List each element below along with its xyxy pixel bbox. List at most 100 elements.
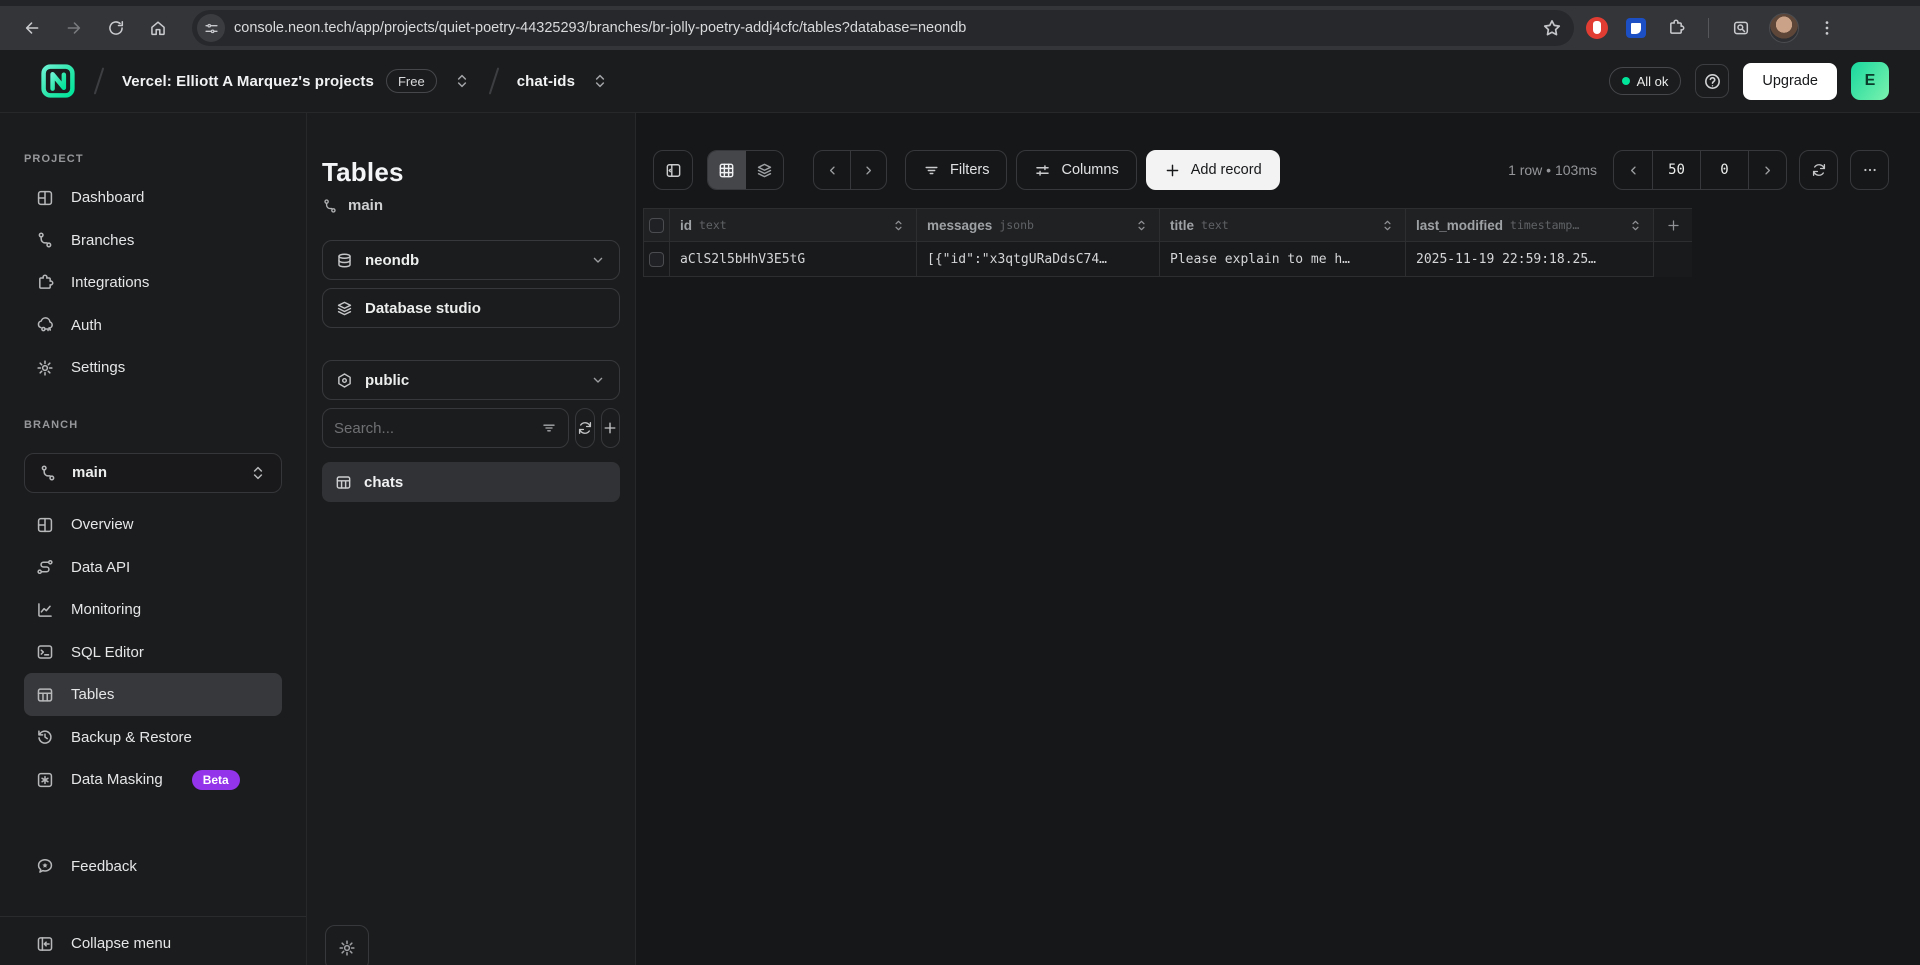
history-icon: [36, 728, 54, 746]
column-name: id: [680, 218, 692, 233]
project-switcher-icon[interactable]: [591, 72, 609, 90]
reload-icon: [107, 19, 125, 37]
column-type: text: [699, 218, 727, 232]
extension-red-icon[interactable]: [1586, 17, 1608, 39]
add-record-label: Add record: [1191, 162, 1262, 178]
sidebar-item-label: Tables: [71, 686, 114, 703]
column-type: text: [1201, 218, 1229, 232]
sidebar-item-tables[interactable]: Tables: [24, 673, 282, 716]
panel-settings-button[interactable]: [325, 925, 369, 965]
add-column-button[interactable]: [1654, 209, 1692, 242]
sidebar-item-overview[interactable]: Overview: [24, 503, 282, 546]
extension-blue-icon[interactable]: [1626, 18, 1646, 38]
collapse-menu-button[interactable]: Collapse menu: [24, 922, 282, 965]
sidebar-item-auth[interactable]: Auth: [24, 304, 282, 347]
cell-title[interactable]: Please explain to me h…: [1160, 242, 1406, 277]
project-breadcrumb[interactable]: chat-ids: [517, 73, 575, 90]
site-info-button[interactable]: [197, 14, 225, 42]
url-text[interactable]: console.neon.tech/app/projects/quiet-poe…: [234, 20, 1533, 36]
sidebar-item-data-api[interactable]: Data API: [24, 546, 282, 589]
sort-icon[interactable]: [1628, 218, 1643, 233]
browser-back-button[interactable]: [14, 10, 50, 46]
git-branch-icon: [39, 464, 57, 482]
filters-button[interactable]: Filters: [905, 150, 1007, 190]
sort-icon[interactable]: [1134, 218, 1149, 233]
layers-icon: [756, 162, 773, 179]
user-avatar[interactable]: E: [1851, 62, 1889, 100]
grid-header-row: id text messages jsonb title text last_m…: [643, 209, 1692, 242]
data-grid: id text messages jsonb title text last_m…: [643, 208, 1692, 277]
view-grid-toggle[interactable]: [708, 151, 746, 189]
add-table-button[interactable]: [601, 408, 621, 448]
sidebar-item-monitoring[interactable]: Monitoring: [24, 588, 282, 631]
select-all-checkbox[interactable]: [649, 218, 664, 233]
columns-button[interactable]: Columns: [1016, 150, 1136, 190]
filter-icon[interactable]: [541, 420, 557, 436]
upgrade-button[interactable]: Upgrade: [1743, 63, 1837, 100]
org-switcher-icon[interactable]: [453, 72, 471, 90]
page-size-value[interactable]: 50: [1652, 151, 1700, 189]
panel-branch: main: [322, 197, 620, 214]
sidebar-item-dashboard[interactable]: Dashboard: [24, 176, 282, 219]
browser-reload-button[interactable]: [98, 10, 134, 46]
panel-title: Tables: [322, 157, 620, 188]
cloud-key-icon: [36, 316, 54, 334]
refresh-grid-button[interactable]: [1799, 150, 1838, 190]
column-header-messages[interactable]: messages jsonb: [917, 209, 1160, 242]
status-badge[interactable]: All ok: [1609, 67, 1682, 95]
cell-id[interactable]: aClS2l5bHhV3E5tG: [670, 242, 917, 277]
browser-toolbar: console.neon.tech/app/projects/quiet-poe…: [0, 0, 1920, 50]
branch-selector[interactable]: main: [24, 453, 282, 494]
tab-search-button[interactable]: [1723, 10, 1759, 46]
branch-selector-value: main: [72, 464, 107, 481]
sidebar-item-settings[interactable]: Settings: [24, 347, 282, 390]
toggle-panel-button[interactable]: [653, 150, 693, 190]
history-forward-button[interactable]: [850, 151, 886, 189]
neon-logo[interactable]: [40, 63, 76, 99]
sort-icon[interactable]: [1380, 218, 1395, 233]
sidebar-item-backup-restore[interactable]: Backup & Restore: [24, 716, 282, 759]
bookmark-star-icon[interactable]: [1542, 18, 1562, 38]
browser-home-button[interactable]: [140, 10, 176, 46]
page-offset-value[interactable]: 0: [1700, 151, 1748, 189]
extensions-button[interactable]: [1658, 10, 1694, 46]
schema-selector[interactable]: public: [322, 360, 620, 400]
sidebar-item-feedback[interactable]: Feedback: [24, 845, 282, 888]
cell-last-modified[interactable]: 2025-11-19 22:59:18.25…: [1406, 242, 1654, 277]
grid-more-button[interactable]: [1850, 150, 1889, 190]
address-bar[interactable]: console.neon.tech/app/projects/quiet-poe…: [192, 10, 1574, 46]
add-record-button[interactable]: Add record: [1146, 150, 1280, 190]
pagination: 50 0: [1613, 150, 1787, 190]
database-selector[interactable]: neondb: [322, 240, 620, 280]
history-nav: [813, 150, 887, 190]
history-back-button[interactable]: [814, 151, 850, 189]
refresh-tables-button[interactable]: [575, 408, 595, 448]
sidebar-item-branches[interactable]: Branches: [24, 219, 282, 262]
refresh-icon: [1811, 162, 1827, 178]
cell-messages[interactable]: [{"id":"x3qtgURaDdsC74…: [917, 242, 1160, 277]
table-row[interactable]: aClS2l5bHhV3E5tG [{"id":"x3qtgURaDdsC74……: [643, 242, 1692, 277]
table-search-input[interactable]: [334, 420, 533, 437]
database-studio-button[interactable]: Database studio: [322, 288, 620, 328]
browser-menu-button[interactable]: [1809, 10, 1845, 46]
org-breadcrumb[interactable]: Vercel: Elliott A Marquez's projects: [122, 73, 374, 90]
view-mode-segment: [707, 150, 784, 190]
table-search[interactable]: [322, 408, 569, 448]
column-header-title[interactable]: title text: [1160, 209, 1406, 242]
browser-forward-button[interactable]: [56, 10, 92, 46]
page-prev-button[interactable]: [1614, 151, 1652, 189]
column-header-id[interactable]: id text: [670, 209, 917, 242]
row-checkbox[interactable]: [649, 252, 664, 267]
page-next-button[interactable]: [1748, 151, 1786, 189]
sidebar-item-data-masking[interactable]: Data Masking Beta: [24, 758, 282, 801]
browser-profile-avatar[interactable]: [1769, 13, 1799, 43]
sort-icon[interactable]: [891, 218, 906, 233]
sidebar-item-integrations[interactable]: Integrations: [24, 262, 282, 305]
column-header-last-modified[interactable]: last_modified timestamp…: [1406, 209, 1654, 242]
sidebar-item-sql-editor[interactable]: SQL Editor: [24, 631, 282, 674]
toolbar-divider: [1708, 18, 1709, 38]
help-button[interactable]: [1695, 64, 1729, 98]
grid-view-icon: [718, 162, 735, 179]
table-item-chats[interactable]: chats: [322, 462, 620, 502]
view-structure-toggle[interactable]: [746, 151, 784, 189]
